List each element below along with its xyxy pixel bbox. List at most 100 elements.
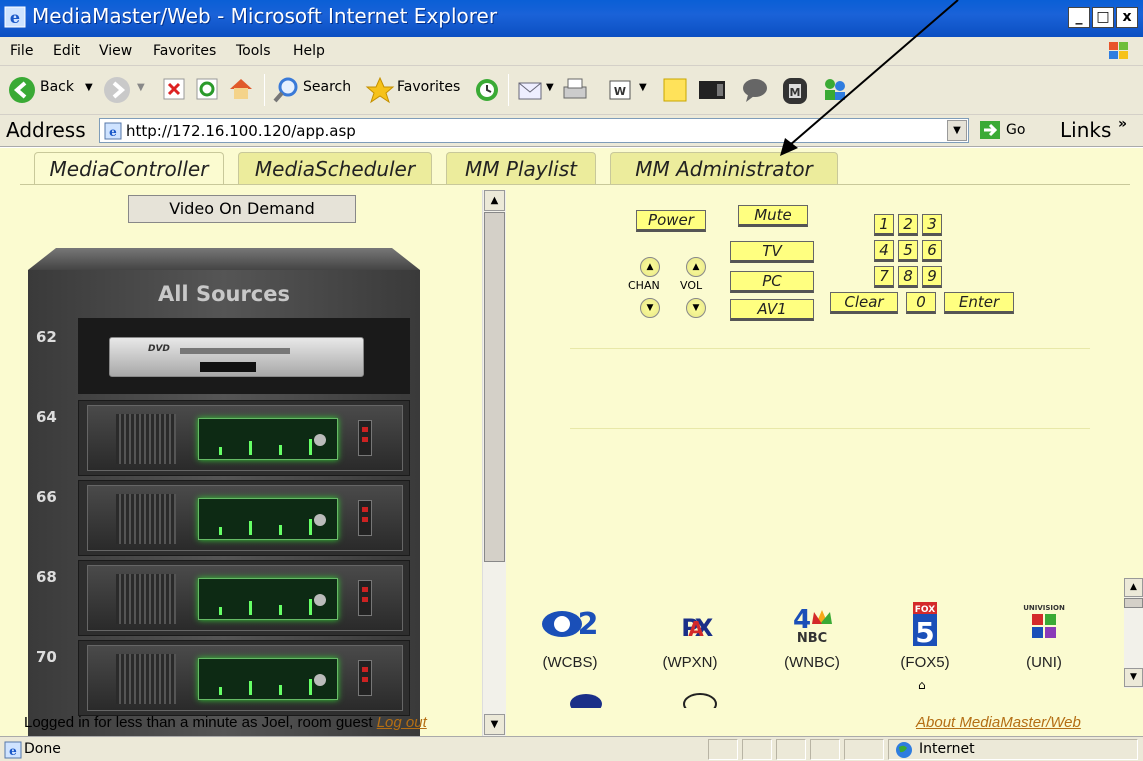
mute-button[interactable]: Mute — [738, 205, 808, 227]
source-slot[interactable] — [78, 640, 410, 716]
refresh-icon[interactable] — [195, 76, 219, 102]
discuss-note-icon[interactable] — [661, 76, 689, 104]
vol-up-icon[interactable]: ▲ — [686, 257, 706, 277]
window-title: MediaMaster/Web - Microsoft Internet Exp… — [32, 4, 498, 28]
source-slot[interactable] — [78, 400, 410, 476]
menu-view[interactable]: View — [99, 43, 132, 59]
slot-number: 66 — [36, 488, 57, 506]
left-scrollbar[interactable]: ▲ ▼ — [482, 190, 506, 736]
digit-2-button[interactable]: 2 — [898, 214, 918, 236]
channel-scrollbar[interactable]: ▲ ▼ — [1124, 578, 1143, 688]
digit-1-button[interactable]: 1 — [874, 214, 894, 236]
nbc4-logo-icon: 4NBC — [793, 605, 832, 646]
channel-wpxn[interactable]: P XA (WPXN) — [650, 602, 730, 682]
vent-grille — [116, 494, 176, 544]
channel-wnbc[interactable]: 4 NBC (WNBC) — [772, 602, 852, 682]
back-dropdown-icon[interactable]: ▼ — [85, 82, 93, 93]
chan-up-icon[interactable]: ▲ — [640, 257, 660, 277]
links-chevron-icon[interactable]: » — [1118, 116, 1127, 132]
address-input[interactable]: e http://172.16.100.120/app.asp ▼ — [99, 118, 969, 143]
edit-word-icon[interactable]: W — [607, 76, 633, 104]
tab-mm-administrator[interactable]: MM Administrator — [610, 152, 838, 184]
digit-0-button[interactable]: 0 — [906, 292, 936, 314]
messenger-film-icon[interactable] — [696, 76, 730, 104]
digit-8-button[interactable]: 8 — [898, 266, 918, 288]
channel-uni[interactable]: UNIVISION (UNI) — [1004, 602, 1084, 682]
edit-dropdown-icon[interactable]: ▼ — [639, 82, 647, 93]
channel-fox5[interactable]: FOX 5 (FOX5) — [885, 602, 965, 682]
favorites-button-label[interactable]: Favorites — [397, 79, 460, 95]
favorites-star-icon[interactable] — [365, 76, 395, 104]
tab-mm-playlist[interactable]: MM Playlist — [446, 152, 596, 184]
scroll-up-icon[interactable]: ▲ — [1124, 578, 1143, 597]
digit-9-button[interactable]: 9 — [922, 266, 942, 288]
tv-button[interactable]: TV — [730, 241, 814, 263]
minimize-button[interactable]: _ — [1068, 7, 1090, 28]
scroll-down-icon[interactable]: ▼ — [1124, 668, 1143, 687]
toolbar-separator — [264, 74, 265, 106]
print-icon[interactable] — [560, 76, 590, 104]
svg-text:M: M — [790, 86, 801, 99]
standard-toolbar: Back ▼ ▼ Search Favorites ▼ W ▼ M — [0, 66, 1143, 115]
digit-7-button[interactable]: 7 — [874, 266, 894, 288]
enter-button[interactable]: Enter — [944, 292, 1014, 314]
links-button[interactable]: Links — [1060, 118, 1111, 142]
menu-file[interactable]: File — [10, 43, 33, 59]
chat-bubble-icon[interactable] — [740, 76, 770, 104]
go-button[interactable]: Go — [979, 120, 1039, 142]
stop-icon[interactable] — [162, 76, 186, 102]
source-rack: All Sources 62 DVD 64 66 68 70 — [28, 248, 420, 736]
scroll-thumb[interactable] — [1124, 598, 1143, 608]
menu-tools[interactable]: Tools — [236, 43, 271, 59]
pc-button[interactable]: PC — [730, 271, 814, 293]
search-icon[interactable] — [272, 76, 300, 104]
menu-help[interactable]: Help — [293, 43, 325, 59]
about-link[interactable]: About MediaMaster/Web — [916, 714, 1081, 731]
dvd-player[interactable]: DVD — [109, 337, 364, 377]
av1-button[interactable]: AV1 — [730, 299, 814, 321]
source-slot-dvd[interactable]: DVD — [78, 318, 410, 394]
forward-arrow-icon[interactable] — [103, 76, 131, 104]
mediamaster-m-icon[interactable]: M — [780, 76, 810, 106]
vol-down-icon[interactable]: ▼ — [686, 298, 706, 318]
clear-button[interactable]: Clear — [830, 292, 898, 314]
scroll-thumb[interactable] — [484, 212, 505, 562]
toolbar-separator — [508, 74, 509, 106]
mail-dropdown-icon[interactable]: ▼ — [546, 82, 554, 93]
search-button-label[interactable]: Search — [303, 79, 351, 95]
dvd-logo-icon: DVD — [148, 344, 170, 354]
video-on-demand-button[interactable]: Video On Demand — [128, 195, 356, 223]
forward-dropdown-icon[interactable]: ▼ — [137, 82, 145, 93]
digit-6-button[interactable]: 6 — [922, 240, 942, 262]
digit-3-button[interactable]: 3 — [922, 214, 942, 236]
status-text: Done — [24, 741, 61, 757]
home-icon[interactable] — [227, 76, 255, 102]
source-slot[interactable] — [78, 480, 410, 556]
history-icon[interactable] — [473, 76, 501, 104]
close-button[interactable]: x — [1116, 7, 1138, 28]
channel-wcbs[interactable]: 2 (WCBS) — [530, 602, 610, 682]
receiver-unit — [87, 645, 403, 711]
menu-edit[interactable]: Edit — [53, 43, 80, 59]
power-button[interactable]: Power — [636, 210, 706, 232]
chan-down-icon[interactable]: ▼ — [640, 298, 660, 318]
mail-icon[interactable] — [516, 76, 546, 104]
scroll-up-icon[interactable]: ▲ — [484, 190, 505, 211]
back-arrow-icon[interactable] — [8, 76, 36, 104]
knob-icon — [314, 674, 326, 686]
digit-4-button[interactable]: 4 — [874, 240, 894, 262]
digit-5-button[interactable]: 5 — [898, 240, 918, 262]
source-slot[interactable] — [78, 560, 410, 636]
tab-mediascheduler[interactable]: MediaScheduler — [238, 152, 432, 184]
tab-mediacontroller[interactable]: MediaController — [34, 152, 224, 184]
logout-link[interactable]: Log out — [377, 714, 427, 731]
menu-favorites[interactable]: Favorites — [153, 43, 216, 59]
address-dropdown-icon[interactable]: ▼ — [947, 120, 967, 141]
knob-icon — [314, 434, 326, 446]
maximize-button[interactable]: □ — [1092, 7, 1114, 28]
power-switch — [358, 420, 372, 456]
msn-people-icon[interactable] — [820, 76, 850, 104]
knob-icon — [314, 514, 326, 526]
page-content: MediaController MediaScheduler MM Playli… — [0, 148, 1143, 736]
back-button-label[interactable]: Back — [40, 79, 74, 95]
